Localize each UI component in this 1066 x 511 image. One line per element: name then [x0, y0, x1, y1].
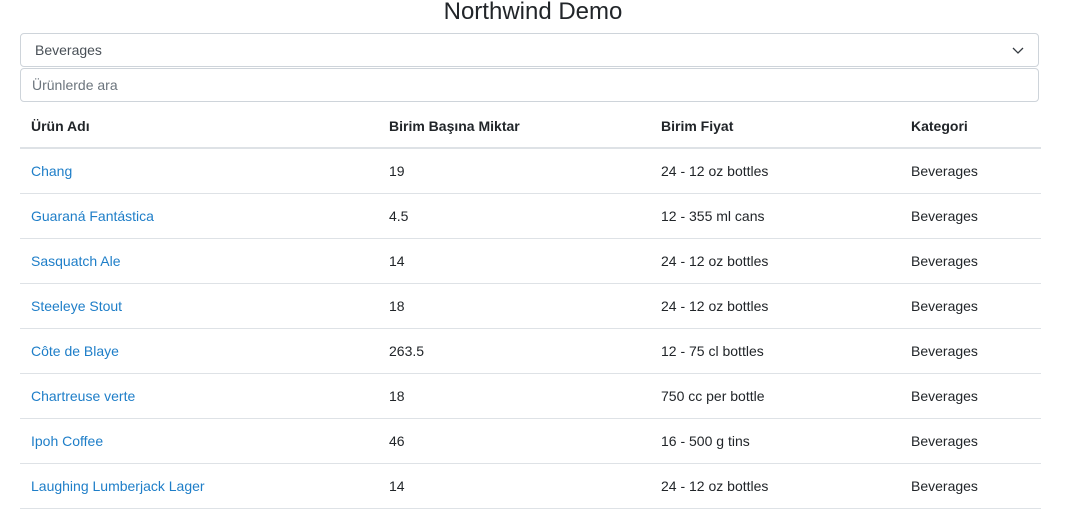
product-name-cell: Steeleye Stout	[20, 283, 378, 329]
quantity-cell: 263.5	[378, 328, 650, 374]
category-cell: Beverages	[900, 418, 1041, 464]
product-name-cell: Chartreuse verte	[20, 373, 378, 419]
price-cell: 12 - 75 cl bottles	[650, 328, 900, 374]
page-title: Northwind Demo	[443, 0, 623, 25]
category-cell: Beverages	[900, 148, 1041, 194]
product-link[interactable]: Steeleye Stout	[31, 298, 122, 314]
search-input[interactable]	[20, 68, 1039, 102]
product-link[interactable]: Sasquatch Ale	[31, 253, 121, 269]
category-cell: Beverages	[900, 463, 1041, 509]
category-cell: Beverages	[900, 328, 1041, 374]
product-link[interactable]: Côte de Blaye	[31, 343, 119, 359]
header-product-name[interactable]: Ürün Adı	[20, 104, 378, 149]
category-cell: Beverages	[900, 193, 1041, 239]
table-header-row: Ürün Adı Birim Başına Miktar Birim Fiyat…	[20, 104, 1041, 149]
product-name-cell: Sasquatch Ale	[20, 238, 378, 284]
product-link[interactable]: Laughing Lumberjack Lager	[31, 478, 205, 494]
products-table: Ürün Adı Birim Başına Miktar Birim Fiyat…	[20, 104, 1041, 509]
category-cell: Beverages	[900, 238, 1041, 284]
table-row: Sasquatch Ale 14 24 - 12 oz bottles Beve…	[20, 238, 1041, 284]
table-row: Ipoh Coffee 46 16 - 500 g tins Beverages	[20, 418, 1041, 464]
quantity-cell: 19	[378, 148, 650, 194]
price-cell: 16 - 500 g tins	[650, 418, 900, 464]
product-name-cell: Ipoh Coffee	[20, 418, 378, 464]
product-link[interactable]: Guaraná Fantástica	[31, 208, 154, 224]
header-quantity[interactable]: Birim Başına Miktar	[378, 104, 650, 149]
category-select-value: Beverages	[35, 42, 102, 58]
quantity-cell: 46	[378, 418, 650, 464]
table-row: Chartreuse verte 18 750 cc per bottle Be…	[20, 373, 1041, 419]
product-link[interactable]: Chang	[31, 163, 72, 179]
table-row: Laughing Lumberjack Lager 14 24 - 12 oz …	[20, 463, 1041, 509]
price-cell: 24 - 12 oz bottles	[650, 463, 900, 509]
category-select[interactable]: Beverages	[20, 33, 1039, 67]
table-row: Côte de Blaye 263.5 12 - 75 cl bottles B…	[20, 328, 1041, 374]
quantity-cell: 14	[378, 463, 650, 509]
quantity-cell: 18	[378, 373, 650, 419]
chevron-down-icon	[1012, 47, 1024, 54]
category-cell: Beverages	[900, 283, 1041, 329]
product-link[interactable]: Chartreuse verte	[31, 388, 135, 404]
product-name-cell: Côte de Blaye	[20, 328, 378, 374]
price-cell: 24 - 12 oz bottles	[650, 148, 900, 194]
quantity-cell: 18	[378, 283, 650, 329]
page: Northwind Demo Beverages Ürün Adı Birim …	[0, 0, 1066, 511]
table-row: Chang 19 24 - 12 oz bottles Beverages	[20, 148, 1041, 194]
category-cell: Beverages	[900, 373, 1041, 419]
price-cell: 24 - 12 oz bottles	[650, 283, 900, 329]
table-row: Steeleye Stout 18 24 - 12 oz bottles Bev…	[20, 283, 1041, 329]
header-category[interactable]: Kategori	[900, 104, 1041, 149]
header-unit-price[interactable]: Birim Fiyat	[650, 104, 900, 149]
table-row: Guaraná Fantástica 4.5 12 - 355 ml cans …	[20, 193, 1041, 239]
product-name-cell: Laughing Lumberjack Lager	[20, 463, 378, 509]
price-cell: 12 - 355 ml cans	[650, 193, 900, 239]
quantity-cell: 4.5	[378, 193, 650, 239]
product-name-cell: Guaraná Fantástica	[20, 193, 378, 239]
price-cell: 750 cc per bottle	[650, 373, 900, 419]
product-link[interactable]: Ipoh Coffee	[31, 433, 103, 449]
price-cell: 24 - 12 oz bottles	[650, 238, 900, 284]
product-name-cell: Chang	[20, 148, 378, 194]
quantity-cell: 14	[378, 238, 650, 284]
